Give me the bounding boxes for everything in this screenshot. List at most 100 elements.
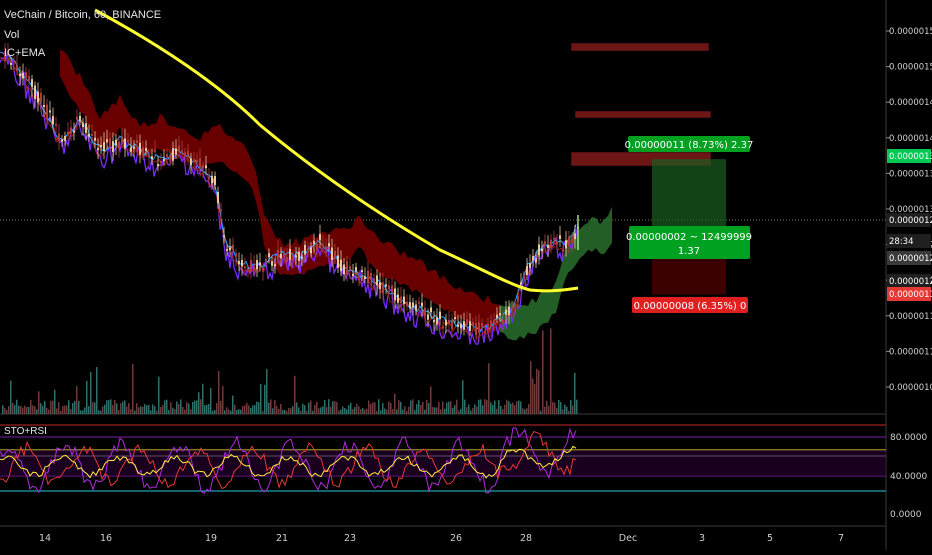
candle-body	[337, 255, 339, 268]
volume-bar	[162, 405, 164, 414]
volume-bar	[576, 399, 578, 414]
volume-bar	[326, 407, 328, 414]
volume-bar	[100, 410, 102, 414]
volume-bar	[446, 402, 448, 414]
candle-body	[346, 261, 348, 276]
candle-body	[160, 160, 162, 163]
volume-bar	[258, 402, 260, 414]
candle-body	[58, 133, 60, 141]
volume-bar	[80, 410, 82, 414]
candle-body	[472, 322, 474, 327]
volume-bar	[316, 401, 318, 414]
volume-bar	[542, 330, 544, 414]
price-tick-label: 0.00000150	[889, 63, 932, 73]
symbol-title[interactable]: VeChain / Bitcoin, 60, BINANCE	[4, 9, 161, 21]
candle-body	[484, 330, 486, 333]
volume-bar	[48, 409, 50, 414]
volume-bar	[150, 410, 152, 414]
volume-bar	[238, 409, 240, 414]
candle-body	[292, 255, 294, 261]
candle-body	[448, 319, 450, 324]
volume-bar	[288, 408, 290, 414]
candle-body	[556, 240, 558, 245]
volume-bar	[104, 404, 106, 414]
volume-bar	[328, 399, 330, 414]
volume-bar	[356, 403, 358, 414]
volume-bar	[70, 409, 72, 414]
price-tick-label: 0.00000105	[889, 383, 932, 393]
candle-body	[13, 60, 15, 63]
candle-body	[352, 273, 354, 277]
candle-body	[169, 155, 171, 160]
candle-body	[451, 319, 453, 330]
volume-bar	[392, 409, 394, 414]
volume-indicator-label[interactable]: Vol	[4, 29, 19, 41]
candle-body	[214, 175, 216, 185]
volume-bar	[268, 402, 270, 414]
time-label: 3	[699, 533, 705, 544]
candle-body	[517, 295, 519, 302]
volume-bar	[160, 406, 162, 414]
time-label: 16	[100, 533, 112, 544]
volume-bar	[472, 408, 474, 414]
volume-bar	[574, 372, 576, 414]
volume-bar	[236, 409, 238, 414]
candle-body	[82, 122, 84, 127]
candle-body	[454, 317, 456, 320]
candle-body	[217, 191, 219, 204]
volume-bar	[256, 401, 258, 414]
volume-bar	[24, 405, 26, 414]
volume-bar	[4, 408, 6, 414]
volume-bar	[226, 407, 228, 414]
candle-body	[136, 140, 138, 143]
candle-body	[478, 322, 480, 333]
candle-body	[124, 138, 126, 149]
volume-bar	[76, 385, 78, 414]
candle-body	[397, 294, 399, 303]
volume-bar	[260, 384, 262, 414]
volume-bar	[280, 403, 282, 414]
volume-bar	[300, 410, 302, 414]
volume-bar	[152, 404, 154, 414]
volume-bar	[296, 402, 298, 414]
volume-bar	[114, 400, 116, 414]
sto-rsi-indicator-label[interactable]: STO+RSI	[4, 426, 47, 437]
volume-bar	[110, 399, 112, 414]
candle-body	[244, 266, 246, 269]
volume-bar	[46, 407, 48, 414]
volume-bar	[36, 409, 38, 414]
ichimoku-ema-indicator-label[interactable]: IC+EMA	[4, 47, 45, 59]
volume-bar	[340, 409, 342, 414]
candle-body	[121, 135, 123, 143]
candle-body	[205, 165, 207, 169]
volume-bar	[558, 399, 560, 414]
volume-bar	[34, 406, 36, 414]
volume-bar	[294, 375, 296, 414]
volume-bar	[336, 402, 338, 414]
candle-body	[412, 302, 414, 308]
volume-bar	[84, 407, 86, 414]
price-badge-label: 0.00000137	[889, 152, 932, 162]
candle-body	[190, 158, 192, 166]
candle-body	[505, 309, 507, 315]
volume-bar	[366, 408, 368, 414]
candle-body	[406, 301, 408, 307]
volume-bar	[550, 328, 552, 414]
volume-bar	[444, 408, 446, 414]
candle-body	[61, 139, 63, 142]
volume-bar	[304, 405, 306, 414]
volume-bar	[66, 405, 68, 414]
volume-bar	[460, 408, 462, 414]
volume-bar	[8, 406, 10, 414]
volume-bar	[194, 400, 196, 414]
candle-body	[16, 64, 18, 72]
volume-bar	[20, 405, 22, 414]
candle-body	[55, 123, 57, 126]
candle-body	[22, 72, 24, 79]
volume-bar	[554, 402, 556, 414]
volume-bar	[430, 386, 432, 414]
volume-bar	[96, 367, 98, 414]
candle-body	[307, 250, 309, 253]
chart-canvas[interactable]: 0.00000011 (8.73%) 2.37 0.00000002 ~ 1249…	[0, 0, 932, 550]
candle-body	[256, 260, 258, 270]
